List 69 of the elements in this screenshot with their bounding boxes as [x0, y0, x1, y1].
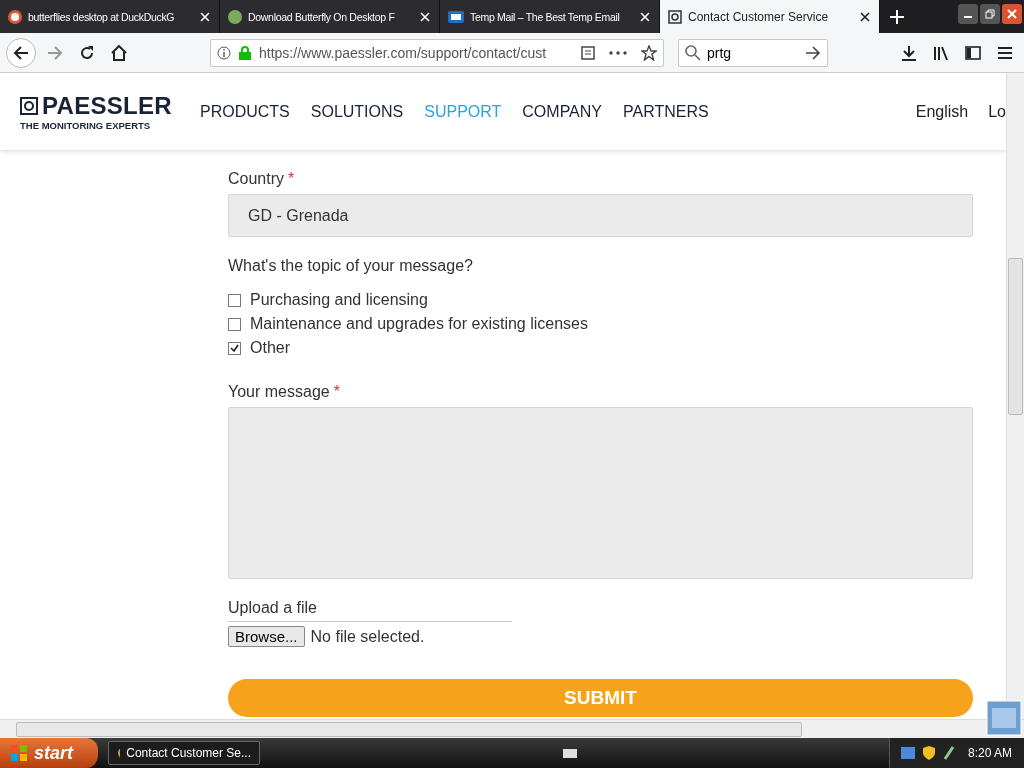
forward-icon[interactable] [47, 44, 63, 61]
checkbox[interactable] [228, 293, 241, 307]
required-mark: * [333, 383, 340, 401]
language-link[interactable]: English [915, 102, 969, 121]
browser-tab[interactable]: Download Butterfly On Desktop F [220, 0, 440, 33]
required-mark: * [288, 170, 295, 188]
topic-question: What's the topic of your message? [228, 257, 474, 275]
lock-icon [239, 45, 251, 60]
network-icon[interactable] [899, 745, 916, 761]
logo-icon [20, 97, 38, 115]
checkbox[interactable] [228, 341, 241, 355]
logo-name: PAESSLER [42, 92, 172, 120]
back-button[interactable] [6, 37, 36, 68]
more-icon[interactable] [609, 50, 627, 55]
nav-link[interactable]: SOLUTIONS [310, 102, 404, 121]
search-field[interactable]: prtg [678, 38, 828, 67]
nav-link[interactable]: PARTNERS [623, 102, 709, 121]
sidebar-icon[interactable] [965, 45, 981, 60]
home-icon[interactable] [111, 44, 127, 61]
monitor-logo-icon [668, 9, 682, 24]
horizontal-scrollbar[interactable] [0, 719, 1024, 738]
login-link[interactable]: Lo [988, 102, 1006, 121]
nav-link[interactable]: PRODUCTS [200, 102, 290, 121]
close-button[interactable] [1002, 4, 1022, 24]
info-icon[interactable] [217, 45, 231, 60]
reload-icon[interactable] [79, 44, 95, 61]
upload-label: Upload a file [228, 599, 512, 622]
window-icon[interactable] [986, 700, 1022, 736]
windows-flag-icon [10, 744, 28, 762]
arrow-right-icon[interactable] [805, 45, 821, 60]
star-icon[interactable] [641, 44, 657, 61]
file-status: No file selected. [310, 627, 425, 646]
field-label: Country [228, 170, 285, 188]
back-arrow-icon [13, 44, 29, 61]
mail-icon [448, 9, 464, 24]
browser-tab[interactable]: Temp Mail – The Best Temp Email [440, 0, 660, 33]
search-icon [685, 44, 701, 61]
field-label: Your message [228, 383, 330, 401]
url-text: https://www.paessler.com/support/contact/cust [259, 44, 548, 61]
reader-view-icon[interactable] [581, 45, 595, 60]
plug-icon[interactable] [941, 745, 956, 761]
keyboard-icon[interactable] [563, 747, 578, 759]
browser-tab[interactable]: Contact Customer Service [660, 0, 880, 33]
browser-tab[interactable]: butterflies desktop at DuckDuckG [0, 0, 220, 33]
nav-link[interactable]: COMPANY [522, 102, 602, 121]
checkbox[interactable] [228, 317, 241, 331]
restore-button[interactable] [980, 4, 1000, 24]
option-label: Other [250, 339, 290, 357]
taskbar-window[interactable]: Contact Customer Se... [108, 741, 260, 765]
logo-tagline: THE MONITORING EXPERTS [20, 120, 152, 131]
minimize-button[interactable] [958, 4, 978, 24]
clock: 8:20 AM [967, 746, 1012, 760]
close-icon [1007, 9, 1017, 19]
menu-icon[interactable] [998, 46, 1012, 59]
message-field[interactable] [228, 407, 973, 579]
close-icon[interactable] [859, 10, 871, 23]
browse-button[interactable]: Browse... [228, 626, 305, 647]
plus-icon[interactable] [890, 9, 904, 24]
duck-icon [8, 9, 22, 24]
address-bar[interactable]: https://www.paessler.com/support/contact/cust [210, 38, 664, 67]
shield-icon[interactable] [921, 745, 936, 761]
library-icon[interactable] [933, 44, 949, 61]
start-button[interactable]: start [0, 738, 98, 768]
vertical-scrollbar[interactable] [1006, 73, 1024, 719]
option-label: Purchasing and licensing [250, 291, 428, 309]
country-select[interactable]: GD - Grenada [228, 194, 973, 237]
option-label: Maintenance and upgrades for existing licenses [250, 315, 588, 333]
restore-icon [985, 9, 995, 19]
download-icon[interactable] [901, 44, 917, 61]
